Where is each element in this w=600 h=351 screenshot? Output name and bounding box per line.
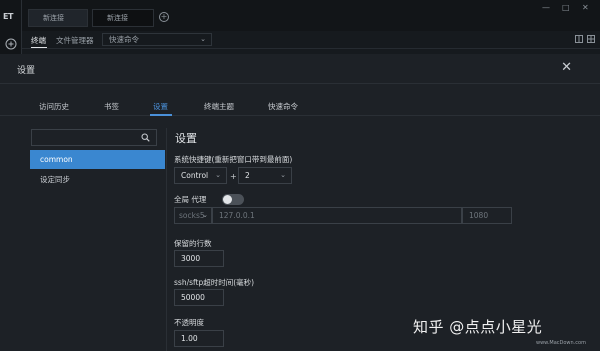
active-tab-indicator — [150, 114, 172, 116]
opacity-label: 不透明度 — [174, 318, 204, 327]
proxy-type-value: socks5 — [179, 211, 205, 220]
tab-terminal-theme[interactable]: 终端主题 — [204, 101, 234, 112]
settings-search-input[interactable] — [31, 129, 157, 146]
split-view-icon[interactable] — [575, 35, 583, 45]
modal-title: 设置 — [17, 66, 36, 76]
app-logo: ET — [3, 12, 13, 21]
connection-tab[interactable]: 新连接 — [28, 9, 88, 27]
list-item-common[interactable]: common — [30, 150, 165, 169]
watermark-text: 知乎 @点点小星光 — [413, 318, 543, 336]
hotkey-key-select[interactable]: 2 ⌄ — [238, 167, 292, 184]
tab-bookmarks[interactable]: 书签 — [104, 101, 119, 112]
tab-file-manager[interactable]: 文件管理器 — [56, 35, 94, 46]
search-icon — [141, 133, 150, 142]
close-icon[interactable]: ✕ — [561, 60, 572, 75]
tab-settings[interactable]: 设置 — [153, 101, 168, 112]
opacity-input[interactable]: 1.00 — [174, 330, 224, 347]
chevron-down-icon: ⌄ — [280, 171, 286, 179]
chevron-down-icon: ⌄ — [202, 211, 208, 219]
hotkey-modifier-value: Control — [181, 171, 209, 180]
grid-view-icon[interactable] — [587, 35, 595, 45]
timeout-input[interactable]: 50000 — [174, 289, 224, 306]
hotkey-modifier-select[interactable]: Control ⌄ — [174, 167, 227, 184]
tab-underline — [31, 47, 47, 48]
proxy-label: 全局 代理 — [174, 195, 207, 204]
divider — [166, 128, 167, 351]
add-circle-icon[interactable] — [5, 38, 17, 50]
rows-label: 保留的行数 — [174, 239, 212, 248]
hotkey-plus: + — [230, 172, 237, 181]
modal-header: 设置 ✕ — [0, 54, 600, 84]
add-tab-button[interactable]: + — [159, 12, 169, 22]
hotkey-label: 系统快捷键(重新把窗口带到最前面) — [174, 155, 293, 164]
proxy-type-select[interactable]: socks5 ⌄ — [174, 207, 212, 224]
hotkey-key-value: 2 — [245, 171, 250, 180]
window-close-button[interactable]: ✕ — [582, 3, 589, 12]
rows-input[interactable]: 3000 — [174, 250, 224, 267]
tab-terminal[interactable]: 终端 — [31, 35, 46, 46]
quick-command-label: 快速命令 — [109, 35, 139, 44]
proxy-toggle[interactable] — [222, 194, 244, 205]
chevron-down-icon: ⌄ — [215, 171, 221, 179]
minimize-button[interactable]: — — [542, 3, 550, 12]
chevron-down-icon: ⌄ — [200, 35, 206, 43]
watermark-site: www.MacDown.com — [536, 340, 586, 346]
list-item-sync[interactable]: 设定同步 — [30, 170, 165, 189]
connection-tab-bar: 新连接 新连接 + — □ ✕ — [22, 0, 600, 31]
maximize-button[interactable]: □ — [562, 3, 570, 12]
section-title: 设置 — [175, 132, 197, 145]
proxy-host-input[interactable]: 127.0.0.1 — [212, 207, 462, 224]
quick-command-select[interactable]: 快速命令 ⌄ — [102, 33, 212, 46]
settings-modal: 设置 ✕ 访问历史 书签 设置 终端主题 快速命令 common 设定同步 设置… — [0, 54, 600, 351]
session-toolbar: 终端 文件管理器 快速命令 ⌄ — [22, 31, 600, 49]
modal-tabs: 访问历史 书签 设置 终端主题 快速命令 — [0, 94, 600, 116]
tab-history[interactable]: 访问历史 — [39, 101, 69, 112]
tab-quick-commands[interactable]: 快速命令 — [268, 101, 298, 112]
timeout-label: ssh/sftp超时时间(毫秒) — [174, 278, 255, 287]
connection-tab[interactable]: 新连接 — [92, 9, 154, 27]
proxy-port-input[interactable]: 1080 — [462, 207, 512, 224]
toggle-knob — [223, 195, 232, 204]
